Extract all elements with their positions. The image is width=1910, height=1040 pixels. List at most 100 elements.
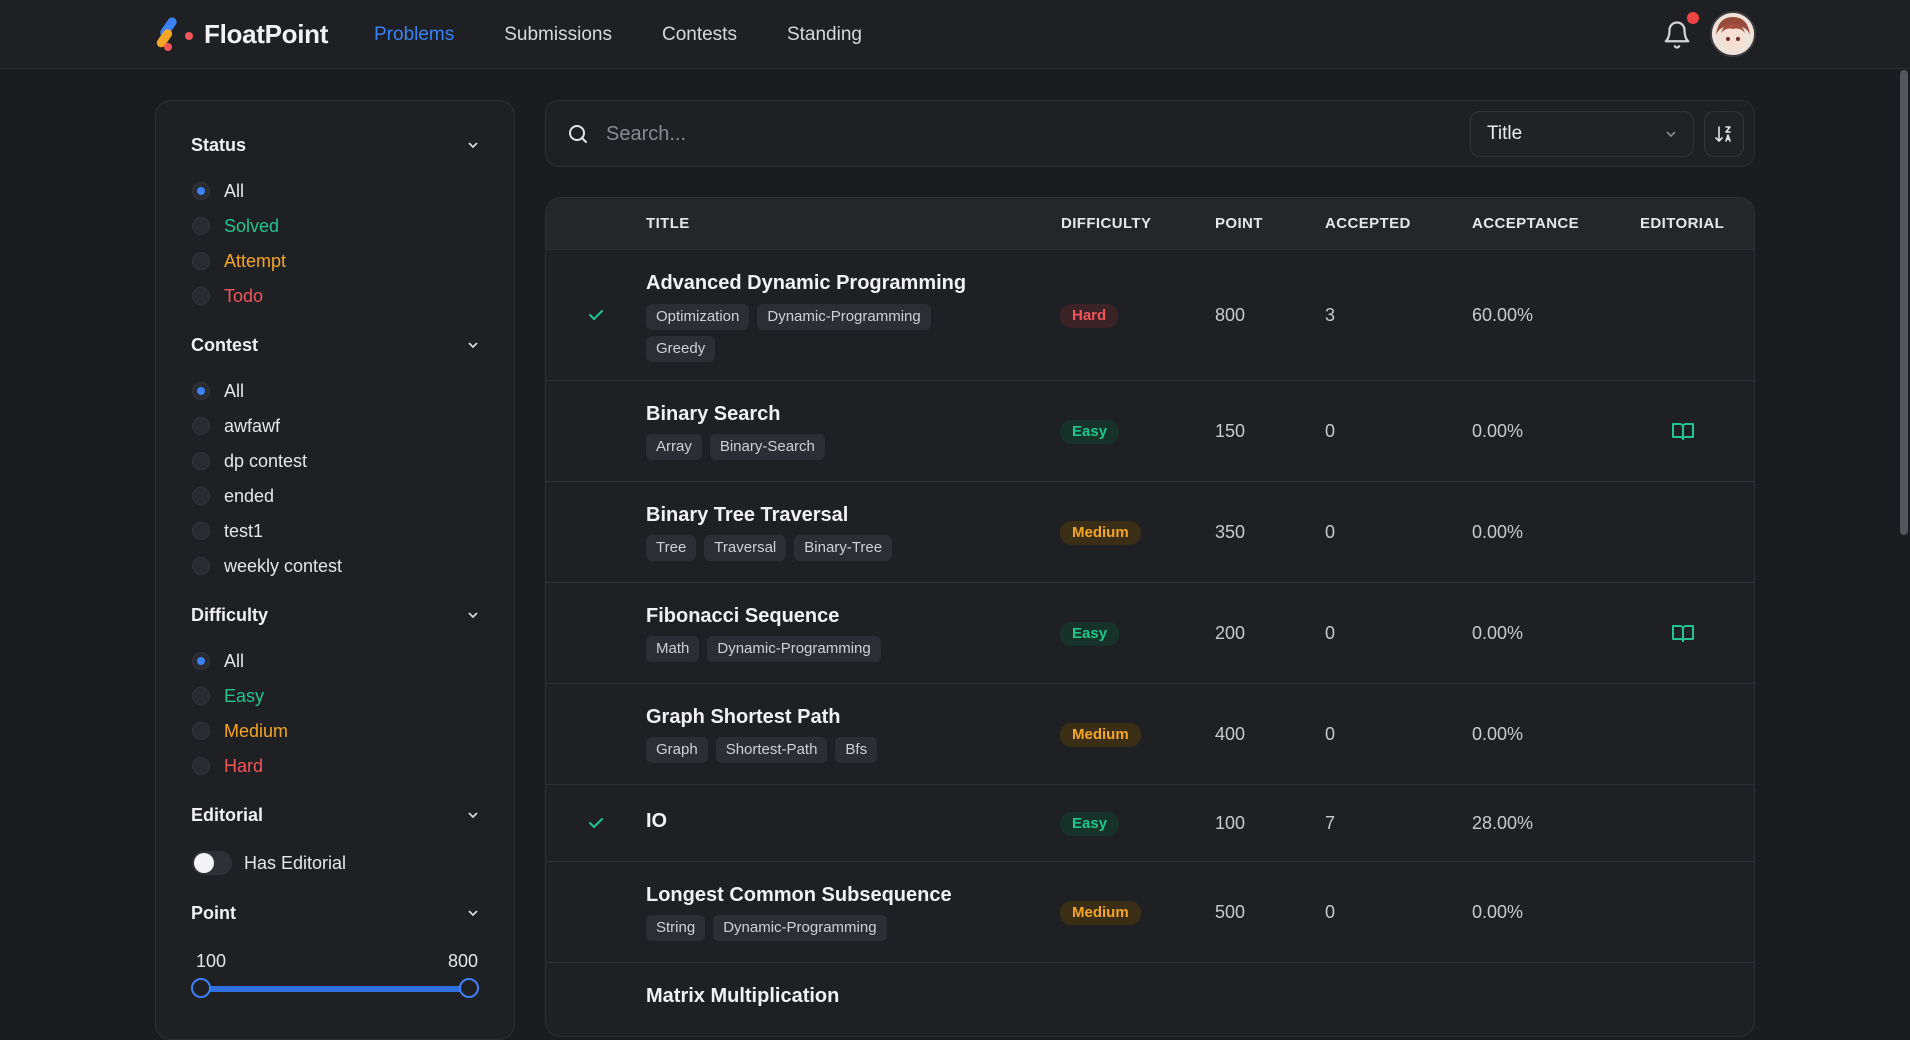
- tag[interactable]: Dynamic-Programming: [707, 636, 881, 662]
- difficulty-option-medium[interactable]: Medium: [192, 717, 288, 745]
- accepted-value: 0: [1325, 724, 1336, 744]
- radio-button[interactable]: [192, 217, 210, 235]
- point-section-header[interactable]: Point: [191, 898, 481, 928]
- difficulty-section-header[interactable]: Difficulty: [191, 600, 481, 630]
- table-row[interactable]: Graph Shortest Path Graph Shortest-Path …: [546, 684, 1754, 785]
- col-header-acceptance[interactable]: ACCEPTANCE: [1472, 215, 1579, 232]
- bell-icon[interactable]: [1662, 20, 1692, 50]
- page-scrollbar[interactable]: [1900, 70, 1908, 535]
- nav-contests[interactable]: Contests: [662, 24, 737, 46]
- table-row[interactable]: IO Easy 100 7 28.00%: [546, 785, 1754, 862]
- contest-option-ended[interactable]: ended: [192, 482, 274, 510]
- tag[interactable]: Dynamic-Programming: [757, 304, 931, 330]
- problem-title[interactable]: Binary Tree Traversal: [646, 504, 848, 527]
- contest-option-all[interactable]: All: [192, 377, 244, 405]
- col-header-title[interactable]: TITLE: [646, 215, 690, 232]
- problem-title[interactable]: Binary Search: [646, 403, 781, 426]
- col-header-point[interactable]: POINT: [1215, 215, 1263, 232]
- filter-sidebar: Status All Solved Attempt Todo Contest A…: [155, 100, 515, 1040]
- point-range-track[interactable]: [201, 986, 471, 992]
- problem-title[interactable]: Graph Shortest Path: [646, 706, 840, 729]
- problem-title[interactable]: Fibonacci Sequence: [646, 605, 839, 628]
- status-option-attempt[interactable]: Attempt: [192, 247, 286, 275]
- difficulty-option-all[interactable]: All: [192, 647, 244, 675]
- col-header-editorial: EDITORIAL: [1640, 215, 1725, 232]
- tag[interactable]: String: [646, 915, 706, 941]
- user-avatar[interactable]: [1710, 11, 1756, 57]
- acceptance-value: 0.00%: [1472, 902, 1524, 922]
- search-input[interactable]: [606, 115, 1406, 153]
- tag[interactable]: Bfs: [835, 737, 878, 763]
- table-row[interactable]: Advanced Dynamic Programming Optimizatio…: [546, 250, 1754, 381]
- has-editorial-toggle[interactable]: [192, 851, 232, 875]
- sort-field-select[interactable]: Title: [1470, 111, 1694, 157]
- problem-tags: Graph Shortest-Path Bfs: [646, 737, 966, 763]
- radio-button[interactable]: [192, 487, 210, 505]
- tag[interactable]: Dynamic-Programming: [713, 915, 887, 941]
- radio-button[interactable]: [192, 252, 210, 270]
- difficulty-option-label: Medium: [224, 720, 289, 741]
- radio-button[interactable]: [192, 557, 210, 575]
- tag[interactable]: Math: [646, 636, 700, 662]
- brand-logo[interactable]: FloatPoint: [154, 14, 328, 54]
- problem-title[interactable]: IO: [646, 810, 667, 833]
- nav-standing[interactable]: Standing: [787, 24, 862, 46]
- book-open-icon[interactable]: [1671, 621, 1695, 645]
- difficulty-option-easy[interactable]: Easy: [192, 682, 264, 710]
- chevron-down-icon: [468, 910, 478, 917]
- tag[interactable]: Greedy: [646, 336, 716, 362]
- tag[interactable]: Tree: [646, 535, 697, 561]
- radio-button[interactable]: [192, 452, 210, 470]
- table-row[interactable]: Binary Tree Traversal Tree Traversal Bin…: [546, 482, 1754, 583]
- point-value: 350: [1215, 522, 1246, 542]
- radio-button[interactable]: [192, 652, 210, 670]
- contest-option-test1[interactable]: test1: [192, 517, 263, 545]
- radio-button[interactable]: [192, 382, 210, 400]
- contest-section-header[interactable]: Contest: [191, 330, 481, 360]
- problem-title[interactable]: Advanced Dynamic Programming: [646, 272, 966, 295]
- radio-button[interactable]: [192, 722, 210, 740]
- radio-button[interactable]: [192, 522, 210, 540]
- status-option-todo[interactable]: Todo: [192, 282, 263, 310]
- point-range-max-thumb[interactable]: [459, 978, 479, 998]
- tag[interactable]: Binary-Tree: [794, 535, 893, 561]
- status-option-label: Todo: [224, 285, 264, 306]
- problem-title[interactable]: Longest Common Subsequence: [646, 884, 952, 907]
- sort-field-value: Title: [1487, 123, 1523, 144]
- radio-button[interactable]: [192, 687, 210, 705]
- sort-order-button[interactable]: [1704, 111, 1744, 157]
- problem-tags: Array Binary-Search: [646, 434, 966, 460]
- status-option-all[interactable]: All: [192, 177, 244, 205]
- radio-button[interactable]: [192, 757, 210, 775]
- contest-option-awfawf[interactable]: awfawf: [192, 412, 280, 440]
- editorial-section-header[interactable]: Editorial: [191, 800, 481, 830]
- tag[interactable]: Optimization: [646, 304, 750, 330]
- status-option-solved[interactable]: Solved: [192, 212, 279, 240]
- difficulty-option-hard[interactable]: Hard: [192, 752, 263, 780]
- nav-submissions[interactable]: Submissions: [504, 24, 612, 46]
- table-row[interactable]: Matrix Multiplication: [546, 963, 1754, 1036]
- col-header-difficulty[interactable]: DIFFICULTY: [1061, 215, 1151, 232]
- point-title: Point: [191, 902, 236, 923]
- radio-button[interactable]: [192, 182, 210, 200]
- tag[interactable]: Shortest-Path: [715, 737, 828, 763]
- acceptance-value: 28.00%: [1472, 813, 1534, 833]
- nav-problems[interactable]: Problems: [374, 24, 454, 46]
- radio-button[interactable]: [192, 417, 210, 435]
- tag[interactable]: Binary-Search: [709, 434, 825, 460]
- contest-option-dp-contest[interactable]: dp contest: [192, 447, 307, 475]
- status-option-label: Solved: [224, 215, 280, 236]
- col-header-accepted[interactable]: ACCEPTED: [1325, 215, 1411, 232]
- accepted-value: 0: [1325, 623, 1336, 643]
- contest-option-weekly-contest[interactable]: weekly contest: [192, 552, 342, 580]
- tag[interactable]: Traversal: [704, 535, 787, 561]
- table-row[interactable]: Binary Search Array Binary-Search Easy 1…: [546, 381, 1754, 482]
- status-section-header[interactable]: Status: [191, 130, 481, 160]
- table-row[interactable]: Fibonacci Sequence Math Dynamic-Programm…: [546, 583, 1754, 684]
- table-row[interactable]: Longest Common Subsequence String Dynami…: [546, 862, 1754, 963]
- radio-button[interactable]: [192, 287, 210, 305]
- tag[interactable]: Array: [646, 434, 702, 460]
- book-open-icon[interactable]: [1671, 419, 1695, 443]
- point-range-min-thumb[interactable]: [191, 978, 211, 998]
- tag[interactable]: Graph: [646, 737, 708, 763]
